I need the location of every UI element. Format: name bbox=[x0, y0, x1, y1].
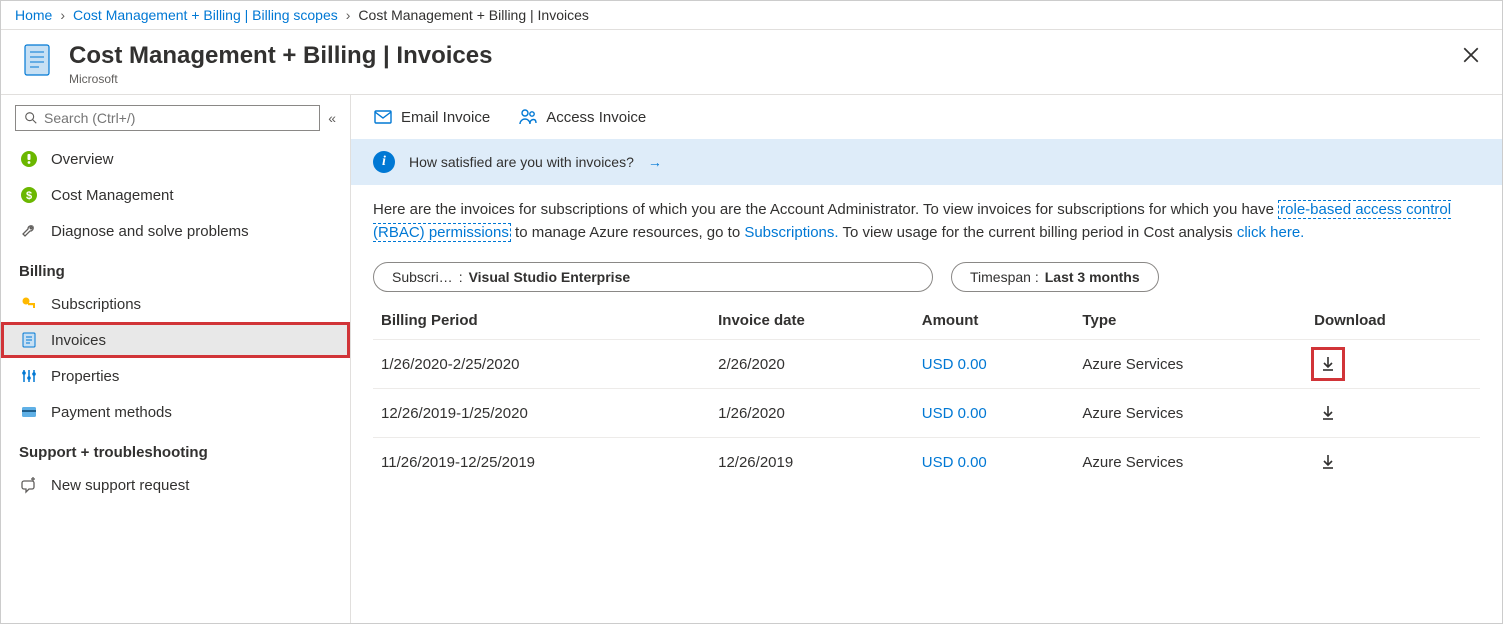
card-icon bbox=[19, 402, 39, 422]
sidebar-section-billing: Billing bbox=[1, 249, 350, 286]
sidebar-item-payment-methods[interactable]: Payment methods bbox=[1, 394, 350, 430]
svg-text:$: $ bbox=[26, 190, 32, 202]
chevron-right-icon: › bbox=[346, 7, 351, 23]
click-here-link[interactable]: click here. bbox=[1237, 224, 1305, 241]
sliders-icon bbox=[19, 366, 39, 386]
search-input[interactable] bbox=[44, 110, 311, 126]
page-title: Cost Management + Billing | Invoices bbox=[69, 42, 492, 70]
overview-icon bbox=[19, 149, 39, 169]
breadcrumb-current: Cost Management + Billing | Invoices bbox=[358, 7, 588, 23]
cell-period: 12/26/2019-1/25/2020 bbox=[373, 389, 710, 438]
invoice-icon bbox=[19, 330, 39, 350]
sidebar-item-diagnose[interactable]: Diagnose and solve problems bbox=[1, 213, 350, 249]
table-row: 12/26/2019-1/25/20201/26/2020USD 0.00Azu… bbox=[373, 389, 1480, 438]
sidebar-item-cost-management[interactable]: $ Cost Management bbox=[1, 177, 350, 213]
sidebar-item-invoices[interactable]: Invoices bbox=[1, 322, 350, 358]
table-row: 11/26/2019-12/25/201912/26/2019USD 0.00A… bbox=[373, 438, 1480, 487]
email-invoice-button[interactable]: Email Invoice bbox=[373, 107, 490, 127]
sidebar-item-label: Payment methods bbox=[51, 404, 172, 421]
col-invoice-date[interactable]: Invoice date bbox=[710, 300, 914, 340]
breadcrumb-scopes[interactable]: Cost Management + Billing | Billing scop… bbox=[73, 7, 338, 23]
filter-row: Subscri… : Visual Studio Enterprise Time… bbox=[351, 262, 1502, 300]
download-icon[interactable] bbox=[1314, 448, 1342, 476]
invoices-table: Billing Period Invoice date Amount Type … bbox=[373, 300, 1480, 486]
sidebar-item-label: Subscriptions bbox=[51, 296, 141, 313]
cell-type: Azure Services bbox=[1074, 340, 1306, 389]
sidebar-item-new-support[interactable]: New support request bbox=[1, 467, 350, 503]
sidebar-item-subscriptions[interactable]: Subscriptions bbox=[1, 286, 350, 322]
cell-date: 12/26/2019 bbox=[710, 438, 914, 487]
col-type[interactable]: Type bbox=[1074, 300, 1306, 340]
chevron-right-icon: › bbox=[60, 7, 65, 23]
sidebar-item-label: Invoices bbox=[51, 332, 106, 349]
feedback-banner[interactable]: i How satisfied are you with invoices? → bbox=[351, 139, 1502, 185]
mail-icon bbox=[373, 107, 393, 127]
col-billing-period[interactable]: Billing Period bbox=[373, 300, 710, 340]
close-button[interactable] bbox=[1458, 42, 1484, 68]
cell-amount[interactable]: USD 0.00 bbox=[914, 389, 1075, 438]
subscriptions-link[interactable]: Subscriptions. bbox=[744, 224, 838, 241]
toolbar-label: Access Invoice bbox=[546, 109, 646, 126]
sidebar-item-label: New support request bbox=[51, 477, 189, 494]
arrow-right-icon[interactable]: → bbox=[648, 154, 662, 170]
sidebar-item-label: Diagnose and solve problems bbox=[51, 223, 249, 240]
sidebar: « Overview $ Cost Management Diagnose an… bbox=[1, 95, 351, 623]
banner-text: How satisfied are you with invoices? bbox=[409, 154, 634, 170]
toolbar-label: Email Invoice bbox=[401, 109, 490, 126]
col-download[interactable]: Download bbox=[1306, 300, 1480, 340]
subscription-filter[interactable]: Subscri… : Visual Studio Enterprise bbox=[373, 262, 933, 292]
page-header: Cost Management + Billing | Invoices Mic… bbox=[1, 30, 1502, 95]
info-icon: i bbox=[373, 151, 395, 173]
page-subtitle: Microsoft bbox=[69, 72, 492, 86]
cell-type: Azure Services bbox=[1074, 438, 1306, 487]
sidebar-item-label: Overview bbox=[51, 151, 114, 168]
cost-icon: $ bbox=[19, 185, 39, 205]
main-content: Email Invoice Access Invoice i How satis… bbox=[351, 95, 1502, 623]
table-row: 1/26/2020-2/25/20202/26/2020USD 0.00Azur… bbox=[373, 340, 1480, 389]
cell-amount[interactable]: USD 0.00 bbox=[914, 438, 1075, 487]
timespan-filter[interactable]: Timespan : Last 3 months bbox=[951, 262, 1159, 292]
cell-amount[interactable]: USD 0.00 bbox=[914, 340, 1075, 389]
col-amount[interactable]: Amount bbox=[914, 300, 1075, 340]
search-input-wrap[interactable] bbox=[15, 105, 320, 131]
wrench-icon bbox=[19, 221, 39, 241]
breadcrumb: Home › Cost Management + Billing | Billi… bbox=[1, 1, 1502, 30]
description-text: Here are the invoices for subscriptions … bbox=[351, 199, 1502, 262]
sidebar-section-support: Support + troubleshooting bbox=[1, 430, 350, 467]
cell-date: 2/26/2020 bbox=[710, 340, 914, 389]
key-icon bbox=[19, 294, 39, 314]
cell-date: 1/26/2020 bbox=[710, 389, 914, 438]
access-invoice-button[interactable]: Access Invoice bbox=[518, 107, 646, 127]
search-icon bbox=[24, 111, 38, 125]
sidebar-item-label: Properties bbox=[51, 368, 119, 385]
cell-type: Azure Services bbox=[1074, 389, 1306, 438]
invoice-page-icon bbox=[19, 42, 55, 78]
toolbar: Email Invoice Access Invoice bbox=[351, 95, 1502, 139]
collapse-sidebar-button[interactable]: « bbox=[328, 110, 336, 126]
people-icon bbox=[518, 107, 538, 127]
support-icon bbox=[19, 475, 39, 495]
download-icon[interactable] bbox=[1314, 399, 1342, 427]
download-icon[interactable] bbox=[1314, 350, 1342, 378]
cell-period: 1/26/2020-2/25/2020 bbox=[373, 340, 710, 389]
sidebar-item-properties[interactable]: Properties bbox=[1, 358, 350, 394]
sidebar-item-overview[interactable]: Overview bbox=[1, 141, 350, 177]
sidebar-item-label: Cost Management bbox=[51, 187, 174, 204]
breadcrumb-home[interactable]: Home bbox=[15, 7, 52, 23]
cell-period: 11/26/2019-12/25/2019 bbox=[373, 438, 710, 487]
